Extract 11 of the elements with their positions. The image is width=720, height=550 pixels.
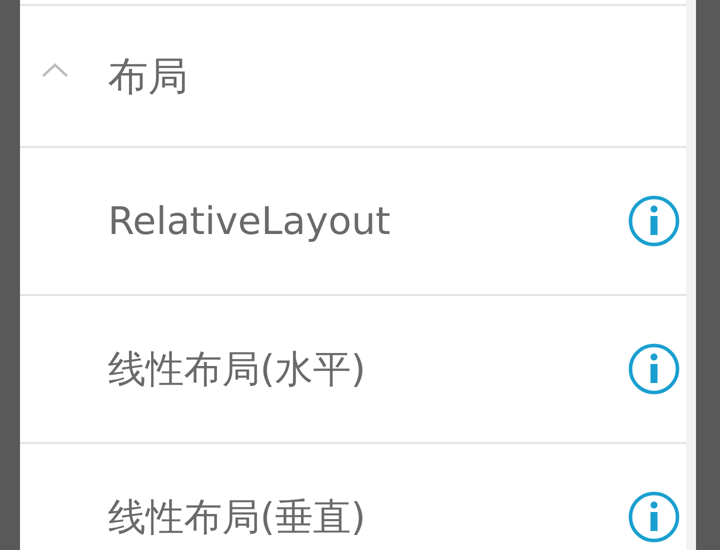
section-header[interactable]: 布局 xyxy=(20,6,686,148)
info-icon[interactable] xyxy=(628,343,680,395)
info-icon[interactable] xyxy=(628,195,680,247)
item-label: 线性布局(水平) xyxy=(108,346,366,392)
list-item[interactable]: 线性布局(水平) xyxy=(20,296,686,444)
item-label: RelativeLayout xyxy=(108,199,390,243)
list-item[interactable]: 线性布局(垂直) xyxy=(20,444,686,550)
section-title: 布局 xyxy=(108,52,188,102)
list-item[interactable]: RelativeLayout xyxy=(20,148,686,296)
info-icon[interactable] xyxy=(628,491,680,543)
item-label: 线性布局(垂直) xyxy=(108,494,366,540)
